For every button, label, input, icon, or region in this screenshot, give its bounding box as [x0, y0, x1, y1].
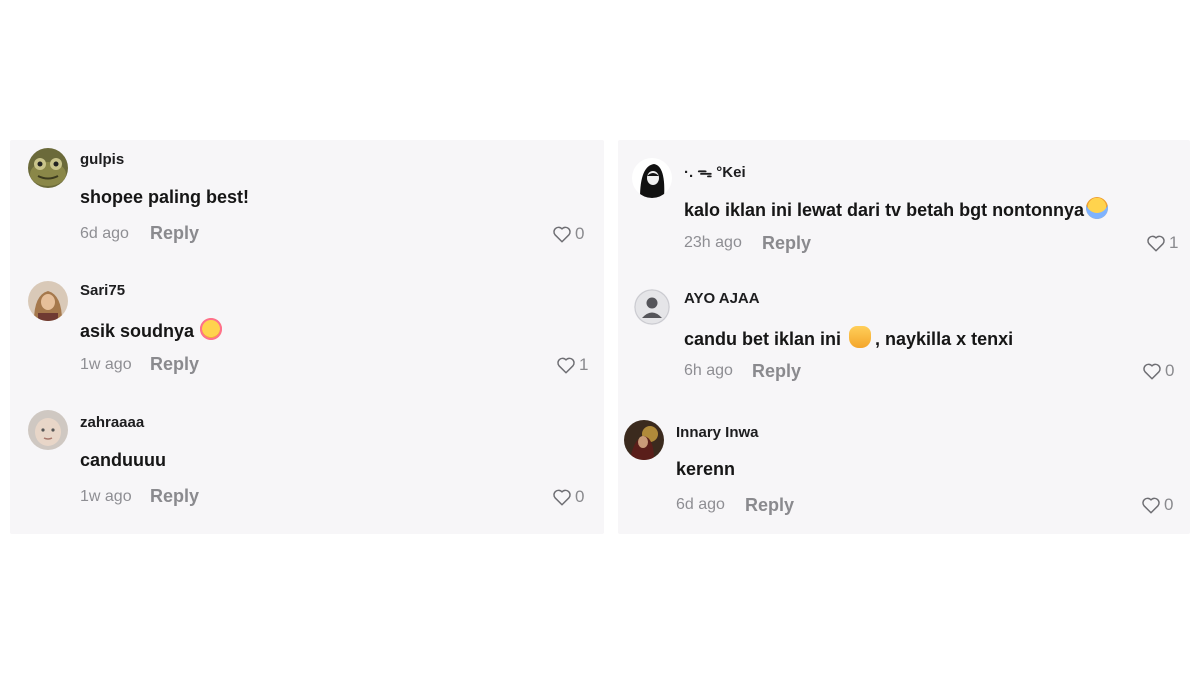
comment-time: 1w ago [80, 488, 132, 505]
heart-icon [553, 489, 571, 506]
comment-text: asik soudnya [80, 318, 223, 342]
username[interactable]: zahraaaa [80, 414, 144, 431]
comment-text: canduuuu [80, 450, 166, 470]
like-button[interactable]: 1 [556, 355, 588, 375]
comment-item: ·. ᯓ °Kei kalo iklan ini lewat dari tv b… [618, 140, 1190, 253]
comment-text-before: candu bet iklan ini [684, 329, 842, 349]
comment-text-content: kalo iklan ini lewat dari tv betah bgt n… [684, 200, 1085, 220]
like-count: 0 [575, 487, 585, 506]
username[interactable]: gulpis [80, 151, 124, 168]
comment-item: zahraaaa canduuuu 1w ago Reply 0 [10, 402, 604, 512]
like-count: 0 [1164, 495, 1174, 514]
comment-item: Innary Inwa kerenn 6d ago Reply 0 [618, 402, 1190, 515]
comments-panel-right: ·. ᯓ °Kei kalo iklan ini lewat dari tv b… [618, 140, 1190, 534]
comment-time: 23h ago [684, 234, 742, 251]
hooded-figure-avatar-icon[interactable] [632, 158, 672, 198]
default-avatar-icon[interactable] [634, 289, 670, 325]
photo-avatar-icon[interactable] [624, 420, 664, 460]
comment-time: 6h ago [684, 362, 733, 379]
username[interactable]: ·. ᯓ °Kei [684, 162, 746, 182]
like-count: 1 [1169, 233, 1179, 252]
like-button[interactable]: 0 [1141, 495, 1173, 515]
heart-icon [557, 357, 575, 374]
comments-panel-left: gulpis shopee paling best! 6d ago Reply … [10, 140, 604, 534]
comment-text-after: , naykilla x tenxi [875, 329, 1014, 349]
heart-icon [553, 226, 571, 243]
reply-button[interactable]: Reply [762, 233, 811, 254]
frog-avatar-icon[interactable] [28, 148, 68, 188]
username[interactable]: Sari75 [80, 282, 125, 299]
like-button[interactable]: 0 [552, 224, 584, 244]
comment-text: kalo iklan ini lewat dari tv betah bgt n… [684, 197, 1109, 221]
like-count: 1 [579, 355, 589, 374]
like-count: 0 [575, 224, 585, 243]
reply-button[interactable]: Reply [150, 223, 199, 244]
heart-icon [1143, 363, 1161, 380]
username[interactable]: Innary Inwa [676, 424, 759, 441]
comment-item: AYO AJAA candu bet iklan ini , naykilla x… [618, 270, 1190, 382]
comment-time: 1w ago [80, 356, 132, 373]
hand-gesture-emoji-icon [849, 326, 872, 348]
like-button[interactable]: 0 [1142, 361, 1174, 381]
reply-button[interactable]: Reply [150, 354, 199, 375]
comment-text: candu bet iklan ini , naykilla x tenxi [684, 326, 1013, 350]
baby-avatar-icon[interactable] [28, 410, 68, 450]
like-button[interactable]: 0 [552, 487, 584, 507]
comment-text: shopee paling best! [80, 187, 250, 207]
reply-button[interactable]: Reply [752, 361, 801, 382]
like-button[interactable]: 1 [1146, 233, 1178, 253]
comment-time: 6d ago [80, 225, 129, 242]
comment-text-content: asik soudnya [80, 321, 195, 341]
heart-icon [1142, 497, 1160, 514]
woman-hijab-avatar-icon[interactable] [28, 281, 68, 321]
comment-text: kerenn [676, 459, 736, 479]
heart-icon [1147, 235, 1165, 252]
username[interactable]: AYO AJAA [684, 290, 760, 307]
crying-face-emoji-icon [1086, 197, 1109, 219]
smiling-face-with-hearts-emoji-icon [200, 318, 223, 340]
comment-time: 6d ago [676, 496, 725, 513]
like-count: 0 [1165, 361, 1175, 380]
comment-item: Sari75 asik soudnya 1w ago Reply 1 [10, 271, 604, 381]
comment-item: gulpis shopee paling best! 6d ago Reply … [10, 140, 604, 250]
reply-button[interactable]: Reply [150, 486, 199, 507]
reply-button[interactable]: Reply [745, 495, 794, 516]
